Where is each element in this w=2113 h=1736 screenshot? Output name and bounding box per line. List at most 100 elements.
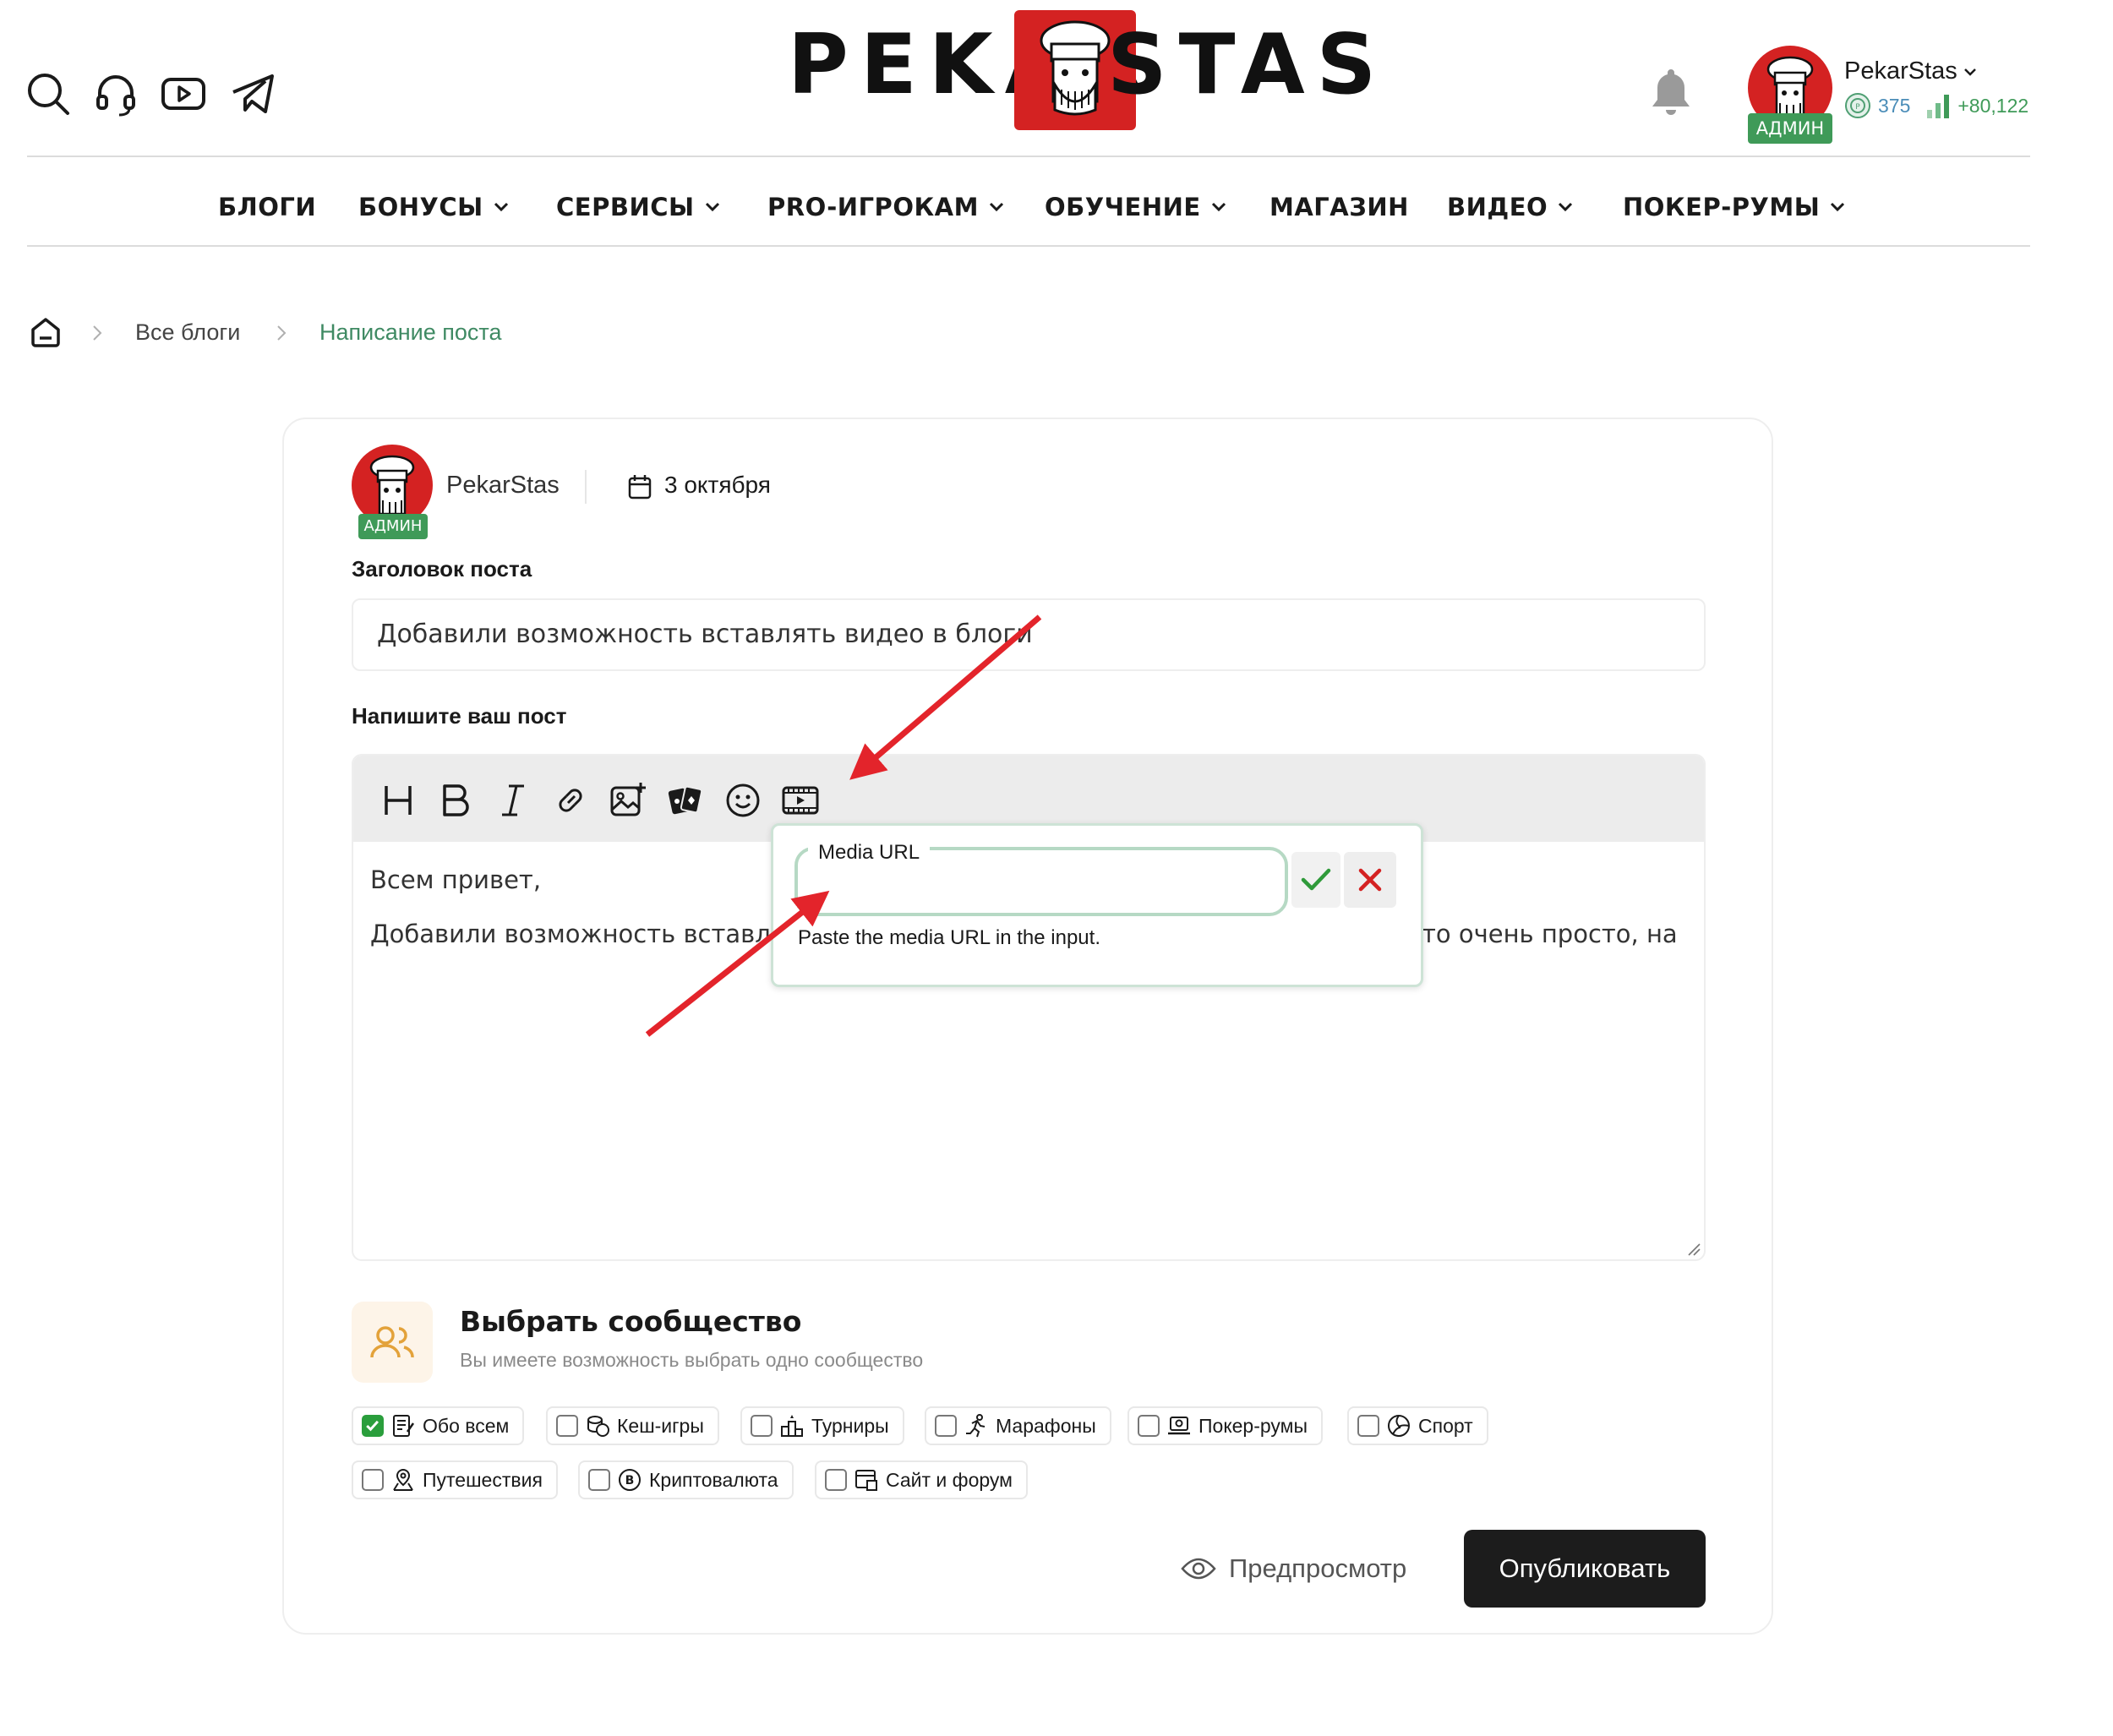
community-option-sport[interactable]: Спорт bbox=[1347, 1406, 1488, 1445]
chevron-down-icon bbox=[1559, 202, 1573, 212]
rating-bars-icon bbox=[1925, 93, 1951, 118]
chevron-down-icon bbox=[1211, 202, 1226, 212]
resize-handle-icon[interactable] bbox=[1687, 1242, 1701, 1256]
breadcrumb-current: Написание поста bbox=[319, 319, 502, 345]
community-title: Выбрать сообщество bbox=[460, 1305, 802, 1338]
bitcoin-icon: B bbox=[617, 1467, 642, 1493]
author-name[interactable]: PekarStas bbox=[446, 472, 560, 500]
body-label: Напишите ваш пост bbox=[352, 703, 567, 729]
home-icon[interactable] bbox=[29, 314, 63, 348]
nav-item-blogs[interactable]: БЛОГИ bbox=[218, 186, 316, 228]
nav-item-services[interactable]: СЕРВИСЫ bbox=[556, 186, 720, 228]
image-icon[interactable] bbox=[609, 781, 647, 820]
preview-button[interactable]: Предпросмотр bbox=[1180, 1542, 1406, 1596]
notes-icon bbox=[390, 1413, 416, 1438]
community-option-poker-rooms[interactable]: Покер-румы bbox=[1127, 1406, 1324, 1445]
checkbox[interactable] bbox=[556, 1415, 578, 1437]
user-name[interactable]: PekarStas bbox=[1844, 57, 1957, 85]
svg-text:B: B bbox=[625, 1474, 635, 1488]
youtube-icon[interactable] bbox=[159, 69, 208, 118]
emoji-icon[interactable] bbox=[723, 781, 762, 820]
headset-icon[interactable] bbox=[91, 69, 140, 118]
rating-value: +80,122 bbox=[1957, 94, 2029, 117]
community-option-marathons[interactable]: Марафоны bbox=[925, 1406, 1111, 1445]
chip-label: Сайт и форум bbox=[886, 1468, 1013, 1491]
title-input[interactable]: Добавили возможность вставлять видео в б… bbox=[352, 598, 1706, 671]
publish-button[interactable]: Опубликовать bbox=[1464, 1530, 1706, 1608]
nav-label: МАГАЗИН bbox=[1269, 193, 1409, 221]
community-option-tournaments[interactable]: Турниры bbox=[740, 1406, 904, 1445]
chevron-down-icon[interactable] bbox=[1963, 66, 1978, 78]
logo-text-right[interactable]: STAS bbox=[1107, 24, 1388, 106]
community-option-cash-games[interactable]: Кеш-игры bbox=[546, 1406, 719, 1445]
chevron-down-icon bbox=[494, 202, 508, 212]
checkbox-checked[interactable] bbox=[362, 1415, 384, 1437]
chevron-down-icon bbox=[989, 202, 1004, 212]
calendar-icon bbox=[627, 473, 652, 500]
bell-icon[interactable] bbox=[1648, 66, 1694, 117]
checkbox[interactable] bbox=[1357, 1415, 1379, 1437]
media-url-hint: Paste the media URL in the input. bbox=[798, 926, 1100, 949]
community-option-about-all[interactable]: Обо всем bbox=[352, 1406, 525, 1445]
chevron-down-icon bbox=[705, 202, 719, 212]
body-line-2-start: Добавили возможность вставля bbox=[370, 920, 786, 948]
community-option-travel[interactable]: Путешествия bbox=[352, 1460, 558, 1499]
checkbox[interactable] bbox=[588, 1469, 610, 1491]
breadcrumb-all-blogs[interactable]: Все блоги bbox=[135, 316, 240, 348]
search-icon[interactable] bbox=[24, 69, 73, 118]
coin-icon: P bbox=[1844, 92, 1871, 119]
checkbox[interactable] bbox=[825, 1469, 847, 1491]
chevron-right-icon bbox=[91, 325, 103, 341]
nav-item-bonuses[interactable]: БОНУСЫ bbox=[358, 186, 509, 228]
checkbox[interactable] bbox=[1138, 1415, 1160, 1437]
checkbox[interactable] bbox=[751, 1415, 773, 1437]
nav-label: PRO-ИГРОКАМ bbox=[767, 193, 979, 221]
header-divider bbox=[27, 156, 2030, 157]
nav-label: БОНУСЫ bbox=[358, 193, 483, 221]
media-url-label: Media URL bbox=[808, 840, 931, 865]
preview-label: Предпросмотр bbox=[1229, 1553, 1407, 1583]
italic-icon[interactable] bbox=[494, 781, 532, 820]
browser-icon bbox=[854, 1467, 879, 1493]
admin-badge: АДМИН bbox=[1748, 113, 1832, 144]
confirm-button[interactable] bbox=[1291, 852, 1340, 908]
community-option-site-forum[interactable]: Сайт и форум bbox=[815, 1460, 1028, 1499]
nav-item-video[interactable]: ВИДЕО bbox=[1447, 186, 1573, 228]
chip-label: Путешествия bbox=[423, 1468, 543, 1491]
chip-label: Обо всем bbox=[423, 1414, 510, 1437]
nav-item-pro-players[interactable]: PRO-ИГРОКАМ bbox=[767, 186, 1004, 228]
volleyball-icon bbox=[1386, 1413, 1411, 1438]
chevron-right-icon bbox=[276, 325, 287, 341]
bold-icon[interactable] bbox=[436, 781, 475, 820]
divider bbox=[585, 470, 587, 504]
cards-icon[interactable] bbox=[666, 781, 705, 820]
nav-label: СЕРВИСЫ bbox=[556, 193, 695, 221]
close-icon bbox=[1358, 868, 1382, 892]
video-icon[interactable] bbox=[781, 781, 820, 820]
nav-label: ВИДЕО bbox=[1447, 193, 1548, 221]
post-date: 3 октября bbox=[664, 472, 771, 498]
check-icon bbox=[1301, 868, 1331, 891]
chip-label: Кеш-игры bbox=[617, 1414, 704, 1437]
community-option-crypto[interactable]: B Криптовалюта bbox=[578, 1460, 794, 1499]
body-line-1: Всем привет, bbox=[370, 865, 542, 894]
telegram-icon[interactable] bbox=[228, 69, 277, 118]
podium-icon bbox=[779, 1413, 805, 1438]
coins-icon bbox=[585, 1413, 610, 1438]
checkbox[interactable] bbox=[935, 1415, 957, 1437]
link-icon[interactable] bbox=[551, 781, 590, 820]
nav-item-poker-rooms[interactable]: ПОКЕР-РУМЫ bbox=[1623, 186, 1845, 228]
title-label: Заголовок поста bbox=[352, 556, 532, 581]
chip-label: Покер-румы bbox=[1198, 1414, 1308, 1437]
heading-icon[interactable] bbox=[379, 781, 418, 820]
cancel-button[interactable] bbox=[1344, 852, 1396, 908]
map-pin-icon bbox=[390, 1467, 416, 1493]
chip-label: Марафоны bbox=[996, 1414, 1096, 1437]
main-nav: БЛОГИ БОНУСЫ СЕРВИСЫ PRO-ИГРОКАМ ОБУЧЕНИ… bbox=[0, 186, 2113, 228]
nav-item-shop[interactable]: МАГАЗИН bbox=[1269, 186, 1409, 228]
points-value: 375 bbox=[1878, 94, 1911, 117]
community-subtitle: Вы имеете возможность выбрать одно сообщ… bbox=[460, 1349, 924, 1371]
checkbox[interactable] bbox=[362, 1469, 384, 1491]
nav-item-education[interactable]: ОБУЧЕНИЕ bbox=[1045, 186, 1226, 228]
nav-label: ПОКЕР-РУМЫ bbox=[1623, 193, 1821, 221]
